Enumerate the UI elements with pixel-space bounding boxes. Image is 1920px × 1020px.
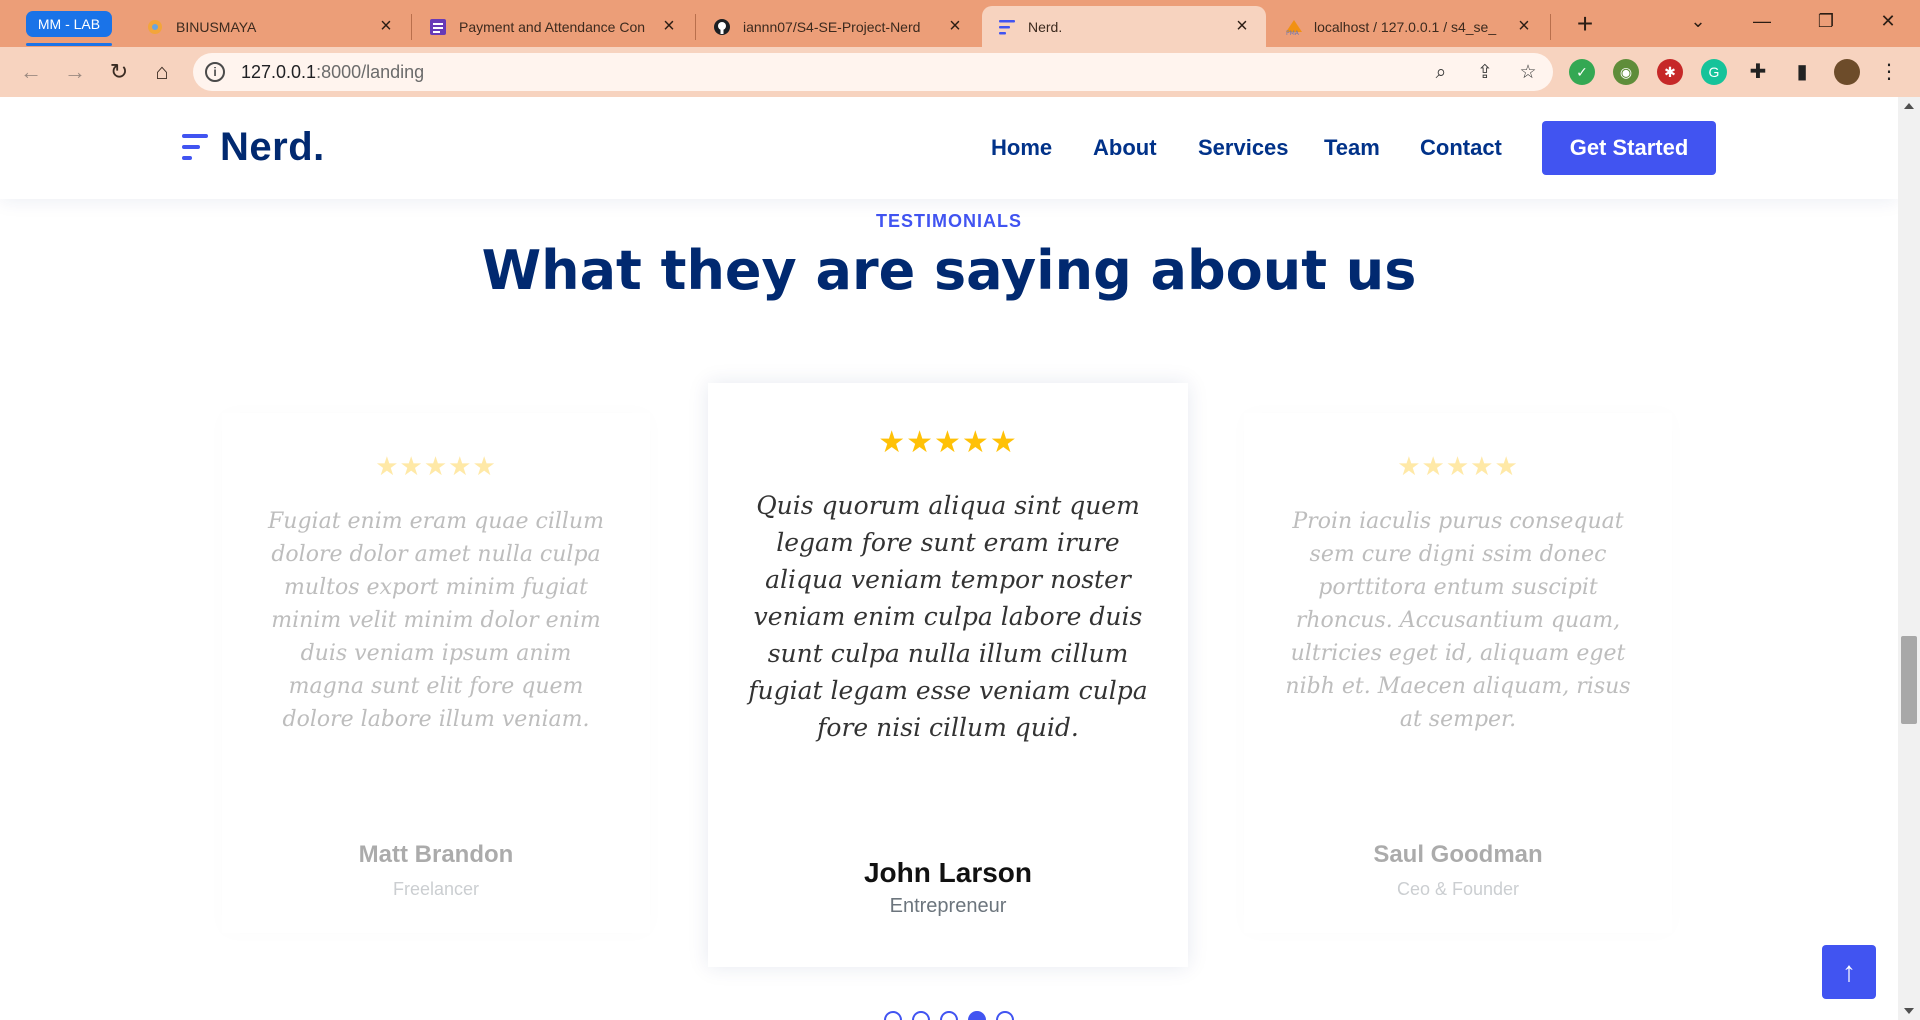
tab-title: iannn07/S4-SE-Project-Nerd bbox=[743, 18, 921, 35]
carousel-pagination bbox=[884, 1011, 1014, 1020]
site-logo[interactable]: Nerd. bbox=[180, 124, 325, 170]
zoom-icon[interactable]: ⌕ bbox=[1430, 62, 1452, 84]
scroll-up-icon[interactable] bbox=[1904, 103, 1914, 109]
minimize-icon[interactable]: — bbox=[1742, 6, 1782, 36]
url-host: 127.0.0.1 bbox=[241, 62, 317, 82]
binusmaya-icon bbox=[146, 18, 164, 36]
phpmyadmin-icon: PMA bbox=[1284, 18, 1302, 37]
tab-github-repo[interactable]: iannn07/S4-SE-Project-Nerd × bbox=[697, 6, 979, 47]
nav-team[interactable]: Team bbox=[1324, 135, 1380, 161]
forward-arrow-icon[interactable]: → bbox=[60, 57, 90, 87]
svg-text:PMA: PMA bbox=[1286, 30, 1300, 36]
tab-group-underline bbox=[26, 43, 112, 46]
grammarly-extension-icon[interactable]: G bbox=[1701, 59, 1727, 85]
carousel-dot[interactable] bbox=[884, 1011, 902, 1020]
tab-title: BINUSMAYA bbox=[176, 18, 257, 35]
rating-stars-icon: ★★★★★ bbox=[1397, 451, 1519, 481]
carousel-dot[interactable] bbox=[940, 1011, 958, 1020]
tab-separator bbox=[695, 14, 696, 40]
home-icon[interactable]: ⌂ bbox=[147, 57, 177, 87]
testimonial-card-john[interactable]: ★★★★★ Quis quorum aliqua sint quem legam… bbox=[708, 383, 1188, 967]
testimonial-quote: Quis quorum aliqua sint quem legam fore … bbox=[748, 491, 1148, 742]
tab-title: Nerd. bbox=[1028, 18, 1063, 35]
reload-icon[interactable]: ↻ bbox=[104, 57, 134, 87]
profile-avatar[interactable] bbox=[1834, 59, 1860, 85]
scroll-down-icon[interactable] bbox=[1904, 1008, 1914, 1014]
nav-about[interactable]: About bbox=[1093, 135, 1157, 161]
section-title: What they are saying about us bbox=[481, 239, 1417, 302]
url-path: :8000/landing bbox=[316, 62, 425, 82]
tab-title: localhost / 127.0.0.1 / s4_se_ bbox=[1314, 18, 1497, 35]
nav-contact[interactable]: Contact bbox=[1420, 135, 1502, 161]
tab-group-chip[interactable]: MM - LAB bbox=[26, 11, 112, 37]
close-icon[interactable]: × bbox=[1230, 15, 1254, 38]
share-icon[interactable]: ⇪ bbox=[1474, 62, 1496, 84]
testimonial-role: Entrepreneur bbox=[889, 895, 1007, 917]
tab-nerd-active[interactable]: Nerd. × bbox=[982, 6, 1266, 47]
address-bar[interactable]: i 127.0.0.1:8000/landing ⌕ ⇪ ☆ bbox=[193, 53, 1553, 91]
side-panel-icon[interactable]: ▮ bbox=[1789, 59, 1815, 85]
tab-binusmaya[interactable]: BINUSMAYA × bbox=[130, 6, 410, 47]
testimonial-role: Freelancer bbox=[392, 879, 480, 899]
bookmark-star-icon[interactable]: ☆ bbox=[1517, 62, 1539, 84]
restore-icon[interactable]: ❐ bbox=[1806, 6, 1846, 36]
forms-icon bbox=[429, 18, 447, 36]
testimonial-card-saul[interactable]: ★★★★★ Proin iaculis purus consequat sem … bbox=[1244, 413, 1672, 933]
site-info-icon[interactable]: i bbox=[205, 62, 225, 82]
close-icon[interactable]: × bbox=[374, 15, 398, 38]
testimonial-card-matt[interactable]: ★★★★★ Fugiat enim eram quae cillum dolor… bbox=[222, 413, 650, 933]
testimonial-role: Ceo & Founder bbox=[1396, 879, 1520, 899]
tab-search-chevron-icon[interactable]: ⌄ bbox=[1678, 6, 1718, 36]
get-started-button[interactable]: Get Started bbox=[1542, 121, 1716, 175]
browser-menu-icon[interactable]: ⋮ bbox=[1876, 59, 1902, 85]
site-header: Nerd. Home About Services Team Contact G… bbox=[0, 97, 1898, 199]
carousel-dot-active[interactable] bbox=[968, 1011, 986, 1020]
testimonial-quote: Proin iaculis purus consequat sem cure d… bbox=[1285, 509, 1631, 732]
page-viewport: Nerd. Home About Services Team Contact G… bbox=[0, 97, 1898, 1020]
tab-payment-attendance[interactable]: Payment and Attendance Con × bbox=[413, 6, 693, 47]
shield-extension-icon[interactable]: ✓ bbox=[1569, 59, 1595, 85]
globe-extension-icon[interactable]: ◉ bbox=[1613, 59, 1639, 85]
browser-tab-bar: MM - LAB BINUSMAYA × Payment and Attenda… bbox=[0, 0, 1920, 47]
rating-stars-icon: ★★★★★ bbox=[878, 426, 1018, 459]
tab-phpmyadmin[interactable]: PMA localhost / 127.0.0.1 / s4_se_ × bbox=[1268, 6, 1548, 47]
close-icon[interactable]: × bbox=[943, 15, 967, 38]
new-tab-icon[interactable]: + bbox=[1567, 8, 1603, 40]
github-icon bbox=[713, 18, 731, 36]
carousel-dot[interactable] bbox=[912, 1011, 930, 1020]
testimonial-quote: Fugiat enim eram quae cillum dolore dolo… bbox=[268, 509, 604, 732]
close-icon[interactable]: × bbox=[657, 15, 681, 38]
testimonial-name: Matt Brandon bbox=[358, 841, 514, 868]
back-arrow-icon[interactable]: ← bbox=[16, 57, 46, 87]
testimonial-name: John Larson bbox=[863, 857, 1032, 888]
back-to-top-button[interactable]: ↑ bbox=[1822, 945, 1876, 999]
scrollbar-thumb[interactable] bbox=[1901, 636, 1917, 724]
page-scrollbar[interactable] bbox=[1898, 97, 1920, 1020]
red-extension-icon[interactable]: ✱ bbox=[1657, 59, 1683, 85]
carousel-dot[interactable] bbox=[996, 1011, 1014, 1020]
section-label: TESTIMONIALS bbox=[876, 211, 1022, 231]
nav-services[interactable]: Services bbox=[1198, 135, 1289, 161]
puzzle-extensions-icon[interactable]: ✚ bbox=[1745, 59, 1771, 85]
tab-title: Payment and Attendance Con bbox=[459, 18, 646, 35]
window-close-icon[interactable]: ✕ bbox=[1868, 6, 1908, 36]
rating-stars-icon: ★★★★★ bbox=[375, 451, 497, 481]
close-icon[interactable]: × bbox=[1512, 15, 1536, 38]
nerd-icon bbox=[998, 18, 1016, 36]
tab-separator bbox=[1550, 14, 1551, 40]
tab-separator bbox=[411, 14, 412, 40]
browser-toolbar: ← → ↻ ⌂ i 127.0.0.1:8000/landing ⌕ ⇪ ☆ ✓… bbox=[0, 47, 1920, 97]
url-text[interactable]: 127.0.0.1:8000/landing bbox=[241, 62, 424, 83]
arrow-up-icon: ↑ bbox=[1842, 956, 1856, 987]
logo-text: Nerd. bbox=[220, 124, 325, 169]
testimonial-name: Saul Goodman bbox=[1373, 841, 1543, 868]
nav-home[interactable]: Home bbox=[991, 135, 1052, 161]
logo-bars-icon bbox=[180, 130, 210, 164]
